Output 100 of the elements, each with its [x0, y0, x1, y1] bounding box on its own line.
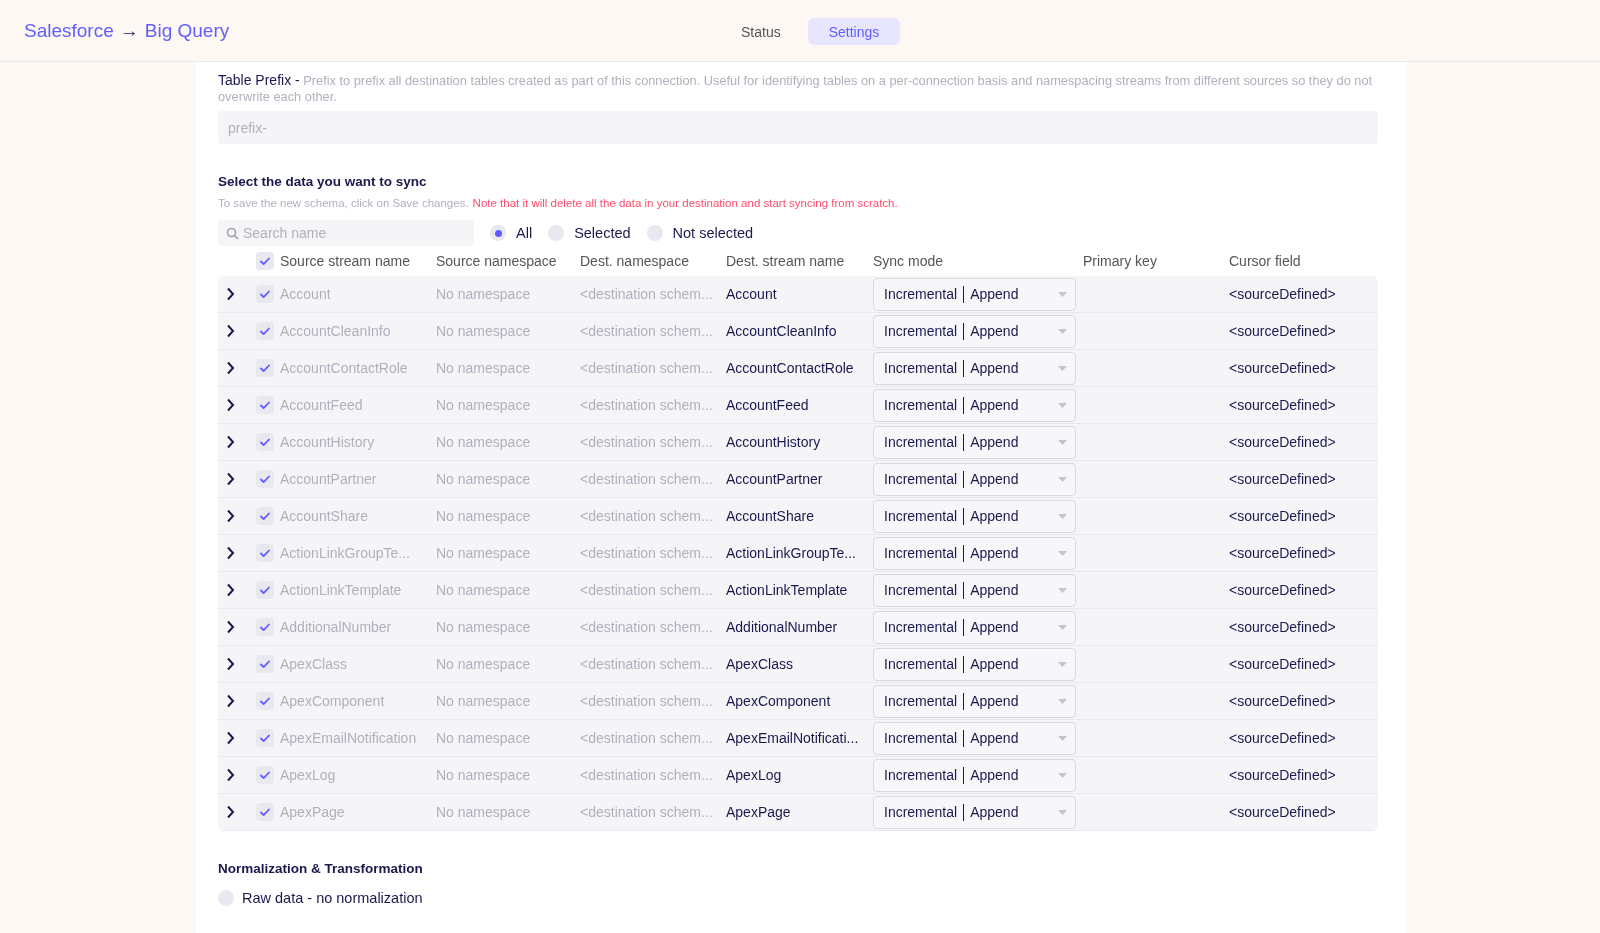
table-cell-text: <destination schem...	[580, 360, 714, 376]
table-cell-text: ApexComponent	[726, 693, 832, 709]
destination-name: Big Query	[144, 19, 230, 42]
filter-label[interactable]: All	[516, 225, 533, 241]
table-cell-text: No namespace	[436, 693, 532, 709]
table-cell-text: No namespace	[436, 582, 532, 598]
caret-icon	[1058, 365, 1067, 371]
filter-label[interactable]: Selected	[574, 225, 631, 241]
checkbox[interactable]	[256, 766, 274, 784]
chevron-right-icon[interactable]	[226, 694, 236, 708]
table-cell-text: ActionLinkGroupTe...	[726, 545, 857, 561]
check-icon	[259, 473, 271, 485]
checkbox[interactable]	[256, 507, 274, 525]
sync-mode-dropdown[interactable]: Incremental Append	[873, 351, 1076, 385]
check-icon	[259, 510, 271, 522]
sync-mode-dropdown[interactable]: Incremental Append	[873, 610, 1076, 644]
column-header: Dest. stream name	[726, 253, 846, 269]
table-cell-text: <sourceDefined>	[1229, 619, 1337, 635]
tab[interactable]: Settings	[807, 18, 901, 45]
caret-icon	[1058, 328, 1067, 334]
checkbox[interactable]	[256, 470, 274, 488]
table-cell-text: ActionLinkTemplate	[726, 582, 849, 598]
table-cell-text: ApexEmailNotification	[280, 730, 418, 746]
table-cell-text: <destination schem...	[580, 508, 714, 524]
checkbox[interactable]	[256, 581, 274, 599]
table-cell-text: ActionLinkTemplate	[280, 582, 403, 598]
sync-mode-dropdown[interactable]: Incremental Append	[873, 795, 1076, 829]
check-icon	[259, 436, 271, 448]
checkbox[interactable]	[256, 396, 274, 414]
chevron-right-icon[interactable]	[226, 435, 236, 449]
sync-mode-dropdown[interactable]: Incremental Append	[873, 425, 1076, 459]
chevron-right-icon[interactable]	[226, 768, 236, 782]
table-cell-text: ApexLog	[280, 767, 337, 783]
sync-mode-dropdown[interactable]: Incremental Append	[873, 573, 1076, 607]
option-label[interactable]: Raw data - no normalization	[242, 890, 423, 906]
table-cell-text: AccountFeed	[726, 397, 810, 413]
check-icon	[259, 806, 271, 818]
table-cell-text: ApexEmailNotificati...	[726, 730, 860, 746]
table-cell-text: AccountCleanInfo	[726, 323, 838, 339]
sync-mode-dropdown[interactable]: Incremental Append	[873, 647, 1076, 681]
table-cell-text: <sourceDefined>	[1229, 656, 1337, 672]
chevron-right-icon[interactable]	[226, 731, 236, 745]
checkbox[interactable]	[256, 655, 274, 673]
sync-mode-dropdown[interactable]: Incremental Append	[873, 684, 1076, 718]
table-cell-text: ActionLinkGroupTe...	[280, 545, 411, 561]
chevron-right-icon[interactable]	[226, 583, 236, 597]
table-cell-text: <sourceDefined>	[1229, 804, 1337, 820]
check-icon	[259, 288, 271, 300]
checkbox[interactable]	[256, 359, 274, 377]
sync-mode-dropdown[interactable]: Incremental Append	[873, 314, 1076, 348]
table-prefix-input[interactable]: prefix-	[218, 111, 1378, 144]
chevron-right-icon[interactable]	[226, 546, 236, 560]
chevron-right-icon[interactable]	[226, 361, 236, 375]
column-header: Cursor field	[1229, 253, 1302, 269]
checkbox[interactable]	[256, 544, 274, 562]
chevron-right-icon[interactable]	[226, 509, 236, 523]
table-cell-text: <destination schem...	[580, 471, 714, 487]
sync-mode-dropdown[interactable]: Incremental Append	[873, 462, 1076, 496]
search-field[interactable]: Search name	[218, 220, 474, 246]
sync-mode-dropdown[interactable]: Incremental Append	[873, 758, 1076, 792]
sync-mode-dropdown[interactable]: Incremental Append	[873, 499, 1076, 533]
table-cell-text: <sourceDefined>	[1229, 582, 1337, 598]
table-cell-text: <destination schem...	[580, 656, 714, 672]
sync-mode-dropdown[interactable]: Incremental Append	[873, 536, 1076, 570]
checkbox[interactable]	[256, 729, 274, 747]
tab[interactable]: Status	[720, 18, 802, 45]
checkbox[interactable]	[256, 803, 274, 821]
radio-button[interactable]	[490, 225, 506, 241]
checkbox[interactable]	[256, 322, 274, 340]
checkbox[interactable]	[256, 618, 274, 636]
caret-icon	[1058, 587, 1067, 593]
checkbox[interactable]	[256, 285, 274, 303]
sync-mode-dropdown[interactable]: Incremental Append	[873, 388, 1076, 422]
chevron-right-icon[interactable]	[226, 287, 236, 301]
chevron-right-icon[interactable]	[226, 805, 236, 819]
table-cell-text: No namespace	[436, 323, 532, 339]
chevron-right-icon[interactable]	[226, 620, 236, 634]
check-icon	[259, 621, 271, 633]
table-cell-text: <destination schem...	[580, 693, 714, 709]
caret-icon	[1058, 291, 1067, 297]
sync-mode-dropdown[interactable]: Incremental Append	[873, 277, 1076, 311]
filter-label[interactable]: Not selected	[672, 225, 754, 241]
checkbox[interactable]	[256, 692, 274, 710]
chevron-right-icon[interactable]	[226, 472, 236, 486]
table-prefix-description: Table Prefix - Prefix to prefix all destination tables created as part of this connection. Useful for identifying tables on a per-connection basis and namespacing streams from different sources so they do not overwrite each other.	[218, 72, 1374, 105]
checkbox[interactable]	[256, 433, 274, 451]
table-cell-text: <destination schem...	[580, 323, 714, 339]
source-name: Salesforce	[24, 19, 114, 42]
chevron-right-icon[interactable]	[226, 657, 236, 671]
warning-text: Note that it will delete all the data in your destination and start syncing from scratch.	[472, 197, 898, 209]
sync-mode-dropdown[interactable]: Incremental Append	[873, 721, 1076, 755]
table-cell-text: ApexPage	[726, 804, 792, 820]
table-cell-text: AccountShare	[726, 508, 815, 524]
chevron-right-icon[interactable]	[226, 398, 236, 412]
caret-icon	[1058, 476, 1067, 482]
chevron-right-icon[interactable]	[226, 324, 236, 338]
table-cell-text: No namespace	[436, 804, 532, 820]
table-cell-text: <sourceDefined>	[1229, 767, 1337, 783]
table-cell-text: Account	[726, 286, 778, 302]
checkbox[interactable]	[256, 252, 274, 270]
